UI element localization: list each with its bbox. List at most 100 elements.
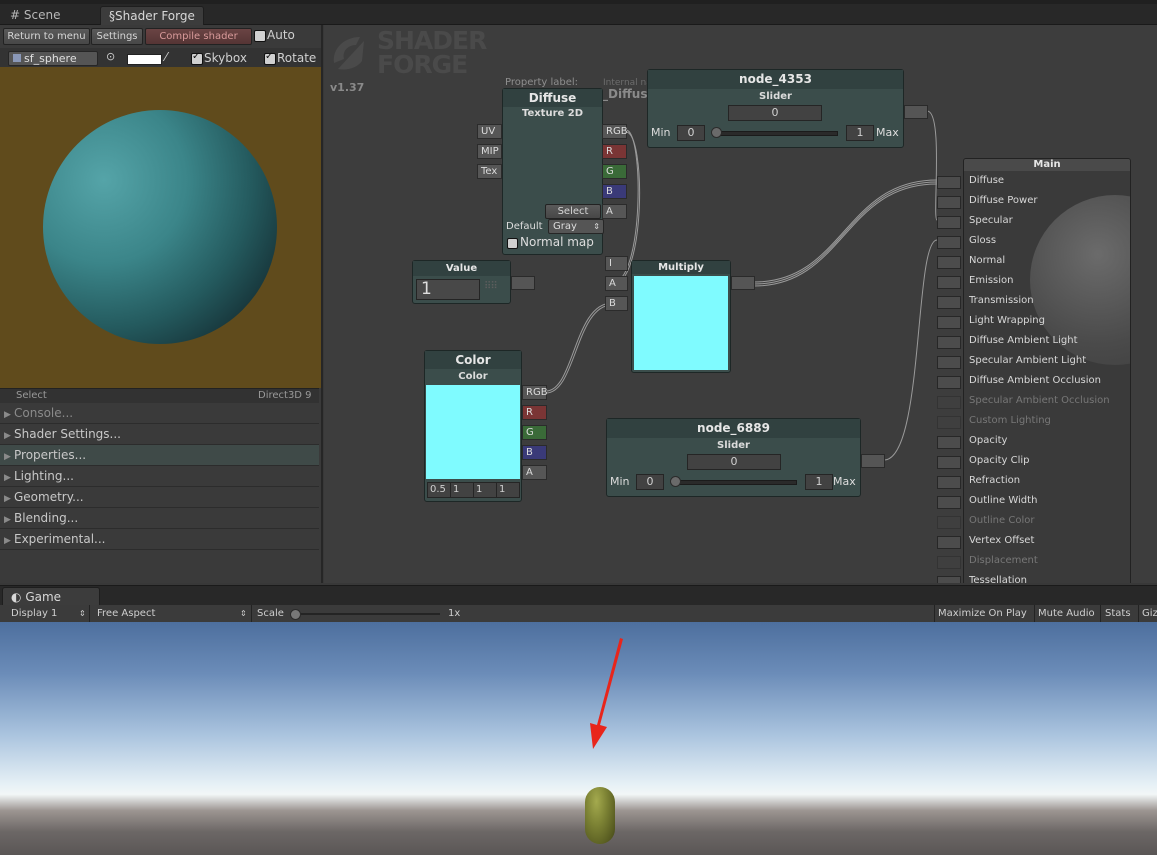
slider2-title[interactable]: node_6889 [607,419,860,438]
texture-output-rgb[interactable]: RGB [602,124,628,139]
main-input-socket[interactable] [937,576,961,583]
game-view[interactable] [0,622,1157,855]
color-output-b[interactable]: B [522,445,547,460]
color-channel-field[interactable]: 1 [450,482,474,498]
main-input-socket[interactable] [937,316,961,329]
multiply-output-socket[interactable] [731,276,755,290]
rotate-checkbox[interactable] [264,51,276,65]
mesh-selector[interactable]: sf_sphere [8,51,98,66]
texture-output-a[interactable]: A [602,204,627,219]
main-input-diffuse[interactable]: Diffuse [937,172,1157,192]
color-output-g[interactable]: G [522,425,547,440]
multiply-node-title[interactable]: Multiply [632,261,730,274]
preview-select-label[interactable]: Select [16,390,47,401]
color-channel-field[interactable]: 1 [473,482,497,498]
texture-input-tex[interactable]: Tex [477,164,502,179]
slider2-value-field[interactable]: 0 [687,454,781,470]
main-input-socket[interactable] [937,296,961,309]
main-input-socket[interactable] [937,456,961,469]
main-input-opacity[interactable]: Opacity [937,432,1157,452]
main-input-transmission[interactable]: Transmission [937,292,1157,312]
slider1-value-field[interactable]: 0 [728,105,822,121]
slider1-track[interactable] [714,131,838,136]
tab-shader-forge[interactable]: §Shader Forge [100,6,204,25]
maximize-on-play-toggle[interactable]: Maximize On Play [938,605,1027,622]
color-preview-swatch[interactable] [426,385,520,479]
texture-select-button[interactable]: Select [545,204,601,219]
texture-node-title[interactable]: Diffuse [503,89,602,107]
slider2-output-socket[interactable] [861,454,885,468]
slider1-handle[interactable] [711,127,722,138]
main-input-diffuse-ambient-occlusion[interactable]: Diffuse Ambient Occlusion [937,372,1157,392]
value-node[interactable]: Value 1 ⠿⠿ [412,260,511,304]
section-console[interactable]: ▶ Console... [0,403,319,424]
slider-node-4353[interactable]: node_4353 Slider 0 Min 0 1 Max [647,69,904,148]
color-node[interactable]: Color Color 0.5 1 1 1 [424,350,522,502]
value-node-field[interactable]: 1 [416,279,480,300]
main-input-socket[interactable] [937,496,961,509]
main-node-title[interactable]: Main [964,159,1130,171]
main-input-socket[interactable] [937,536,961,549]
mute-audio-toggle[interactable]: Mute Audio [1038,605,1095,622]
slider1-title[interactable]: node_4353 [648,70,903,89]
main-input-vertex-offset[interactable]: Vertex Offset [937,532,1157,552]
main-input-socket[interactable] [937,376,961,389]
main-input-socket[interactable] [937,176,961,189]
skybox-checkbox[interactable] [191,51,203,65]
material-preview[interactable] [0,67,321,388]
main-input-socket[interactable] [937,476,961,489]
texture-output-b[interactable]: B [602,184,627,199]
section-lighting[interactable]: ▶ Lighting... [0,466,319,487]
main-input-specular[interactable]: Specular [937,212,1157,232]
color-node-title[interactable]: Color [425,351,521,369]
main-input-socket[interactable] [937,216,961,229]
value-node-title[interactable]: Value [413,261,510,276]
main-input-light-wrapping[interactable]: Light Wrapping [937,312,1157,332]
multiply-input-i[interactable]: I [605,256,628,271]
color-channel-field[interactable]: 1 [496,482,520,498]
main-input-normal[interactable]: Normal [937,252,1157,272]
main-input-socket[interactable] [937,196,961,209]
color-channel-field[interactable]: 0.5 [427,482,451,498]
slider1-output-socket[interactable] [904,105,928,119]
main-input-socket[interactable] [937,256,961,269]
section-shader-settings[interactable]: ▶ Shader Settings... [0,424,319,445]
main-input-specular-ambient-light[interactable]: Specular Ambient Light [937,352,1157,372]
main-input-socket[interactable] [937,436,961,449]
texture-output-g[interactable]: G [602,164,627,179]
light-color-swatch[interactable] [127,54,162,65]
main-input-socket[interactable] [937,236,961,249]
multiply-input-a[interactable]: A [605,276,628,291]
stats-toggle[interactable]: Stats [1105,605,1131,622]
main-input-tessellation[interactable]: Tessellation [937,572,1157,583]
slider-node-6889[interactable]: node_6889 Slider 0 Min 0 1 Max [606,418,861,497]
scale-slider-handle[interactable] [290,609,301,620]
slider2-max-field[interactable]: 1 [805,474,833,490]
color-output-r[interactable]: R [522,405,547,420]
scale-slider-track[interactable] [292,613,440,615]
main-input-socket[interactable] [937,336,961,349]
display-dropdown[interactable]: Display 1 ⇕ [11,605,86,622]
main-input-opacity-clip[interactable]: Opacity Clip [937,452,1157,472]
color-output-a[interactable]: A [522,465,547,480]
section-geometry[interactable]: ▶ Geometry... [0,487,319,508]
settings-button[interactable]: Settings [91,28,143,45]
slider2-handle[interactable] [670,476,681,487]
main-input-gloss[interactable]: Gloss [937,232,1157,252]
main-input-socket[interactable] [937,276,961,289]
texture-input-uv[interactable]: UV [477,124,502,139]
default-value-dropdown[interactable]: Gray ⇕ [548,219,604,234]
auto-checkbox[interactable] [254,30,266,42]
tab-scene[interactable]: # Scene [2,6,68,24]
color-output-rgb[interactable]: RGB [522,385,548,400]
main-input-diffuse-ambient-light[interactable]: Diffuse Ambient Light [937,332,1157,352]
compile-shader-button[interactable]: Compile shader [145,28,252,45]
return-to-menu-button[interactable]: Return to menu [3,28,90,45]
target-icon[interactable]: ⊙ [106,50,115,63]
multiply-node[interactable]: Multiply [631,260,731,373]
texture-input-mip[interactable]: MIP [477,144,502,159]
slider2-track[interactable] [673,480,797,485]
gizmos-dropdown[interactable]: Giz [1142,605,1157,622]
tab-game[interactable]: ◐ Game [2,587,100,606]
node-canvas[interactable]: SHADER FORGE v1.37 Property label: Inter… [324,25,1157,583]
